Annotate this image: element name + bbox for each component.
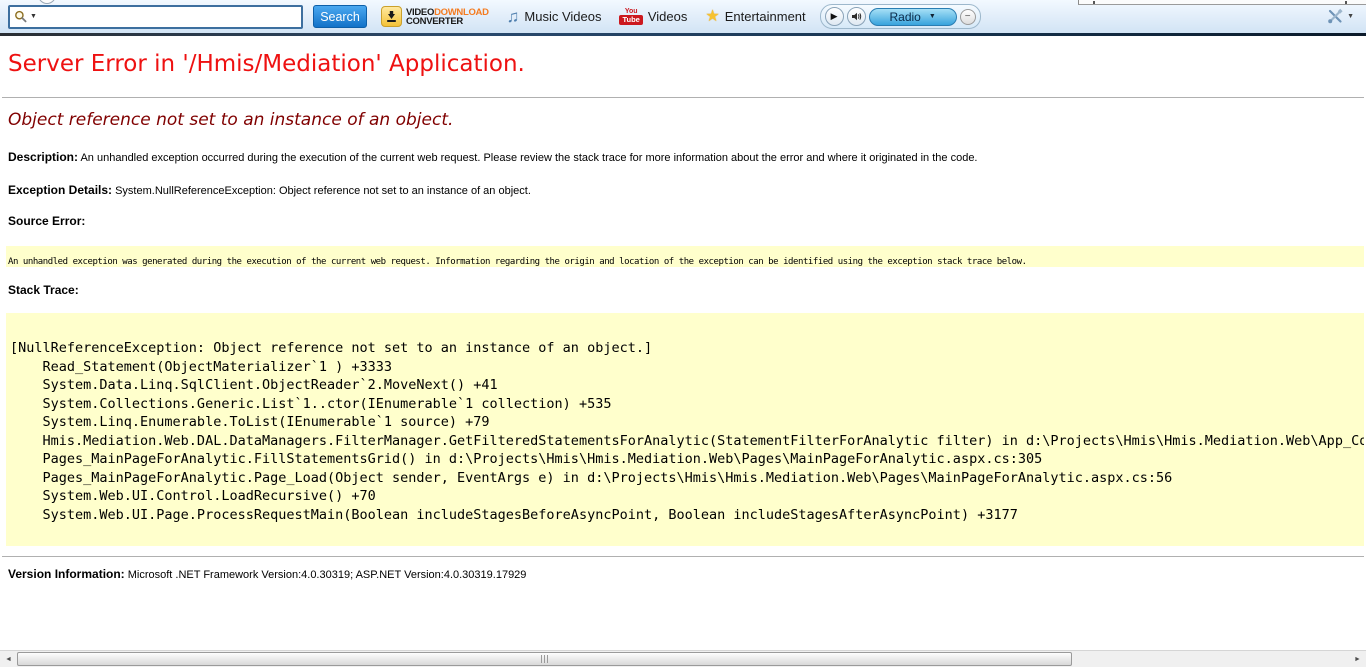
radio-caret-icon: ▼ (929, 13, 936, 20)
stack-trace-heading: Stack Trace: (8, 283, 79, 297)
collapse-toolbar-button[interactable]: − (960, 9, 976, 25)
version-information-text: Microsoft .NET Framework Version:4.0.303… (128, 569, 527, 581)
error-subtitle: Object reference not set to an instance … (8, 110, 453, 130)
play-button[interactable]: ▶ (825, 7, 844, 26)
toolbar-item-music-videos[interactable]: ♫ Music Videos (507, 8, 602, 25)
search-button[interactable]: Search (313, 5, 367, 28)
radio-player: ▶ Radio ▼ − (820, 4, 981, 29)
browser-chrome-remnant (1078, 0, 1366, 5)
search-box[interactable]: ▼ (8, 5, 303, 29)
toolbar-item-entertainment[interactable]: ★ Entertainment (705, 9, 805, 25)
source-error-box: An unhandled exception was generated dur… (6, 246, 1364, 267)
exception-details-line: Exception Details: System.NullReferenceE… (8, 183, 531, 197)
volume-button[interactable] (847, 7, 866, 26)
video-download-converter-logo[interactable]: VIDEODOWNLOAD CONVERTER (381, 6, 489, 27)
version-information-label: Version Information: (8, 567, 125, 581)
description-label: Description: (8, 150, 78, 164)
search-scope-caret-icon[interactable]: ▼ (30, 13, 37, 20)
scroll-left-arrow-icon[interactable]: ◄ (0, 651, 17, 667)
logo-text: VIDEODOWNLOAD CONVERTER (406, 8, 489, 26)
play-icon: ▶ (831, 12, 838, 21)
toolbar-item-videos[interactable]: You Tube Videos (619, 8, 687, 25)
search-input[interactable] (40, 8, 297, 26)
download-arrow-icon (381, 6, 402, 27)
horizontal-scrollbar[interactable]: ◄ ► (0, 650, 1366, 667)
divider (2, 97, 1364, 98)
error-page: Server Error in '/Hmis/Mediation' Applic… (0, 36, 1366, 650)
youtube-icon: You Tube (619, 8, 642, 25)
music-note-icon: ♫ (507, 8, 520, 25)
chrome-glyph-remnant (1345, 1, 1347, 4)
toolbar-item-label: Videos (648, 9, 688, 24)
search-icon (14, 10, 27, 23)
radio-label: Radio (889, 10, 920, 24)
speaker-icon (851, 11, 862, 22)
toolbar-options-button[interactable]: ▼ (1327, 8, 1354, 25)
divider (2, 556, 1364, 557)
minus-icon: − (965, 12, 971, 22)
version-information-line: Version Information: Microsoft .NET Fram… (8, 567, 526, 581)
scrollbar-thumb[interactable] (17, 652, 1072, 666)
radio-select[interactable]: Radio ▼ (869, 8, 957, 26)
source-error-heading: Source Error: (8, 214, 85, 228)
toolbar-item-label: Music Videos (524, 9, 601, 24)
scroll-right-arrow-icon[interactable]: ► (1349, 651, 1366, 667)
exception-details-text: System.NullReferenceException: Object re… (115, 185, 531, 197)
scrollbar-grip-icon (541, 655, 549, 663)
tools-icon (1327, 8, 1344, 25)
description-line: Description: An unhandled exception occu… (8, 150, 978, 164)
source-error-text: An unhandled exception was generated dur… (8, 257, 1027, 267)
star-icon: ★ (705, 9, 719, 25)
tools-caret-icon[interactable]: ▼ (1347, 13, 1354, 20)
error-title: Server Error in '/Hmis/Mediation' Applic… (8, 51, 525, 77)
exception-details-label: Exception Details: (8, 183, 112, 197)
description-text: An unhandled exception occurred during t… (80, 152, 977, 164)
chrome-glyph-remnant (1093, 1, 1095, 4)
browser-toolbar: ▼ Search VIDEODOWNLOAD CONVERTER ♫ Music… (0, 0, 1366, 36)
stack-trace-text: [NullReferenceException: Object referenc… (10, 339, 1364, 524)
toolbar-item-label: Entertainment (725, 9, 806, 24)
stack-trace-box: [NullReferenceException: Object referenc… (6, 313, 1364, 546)
